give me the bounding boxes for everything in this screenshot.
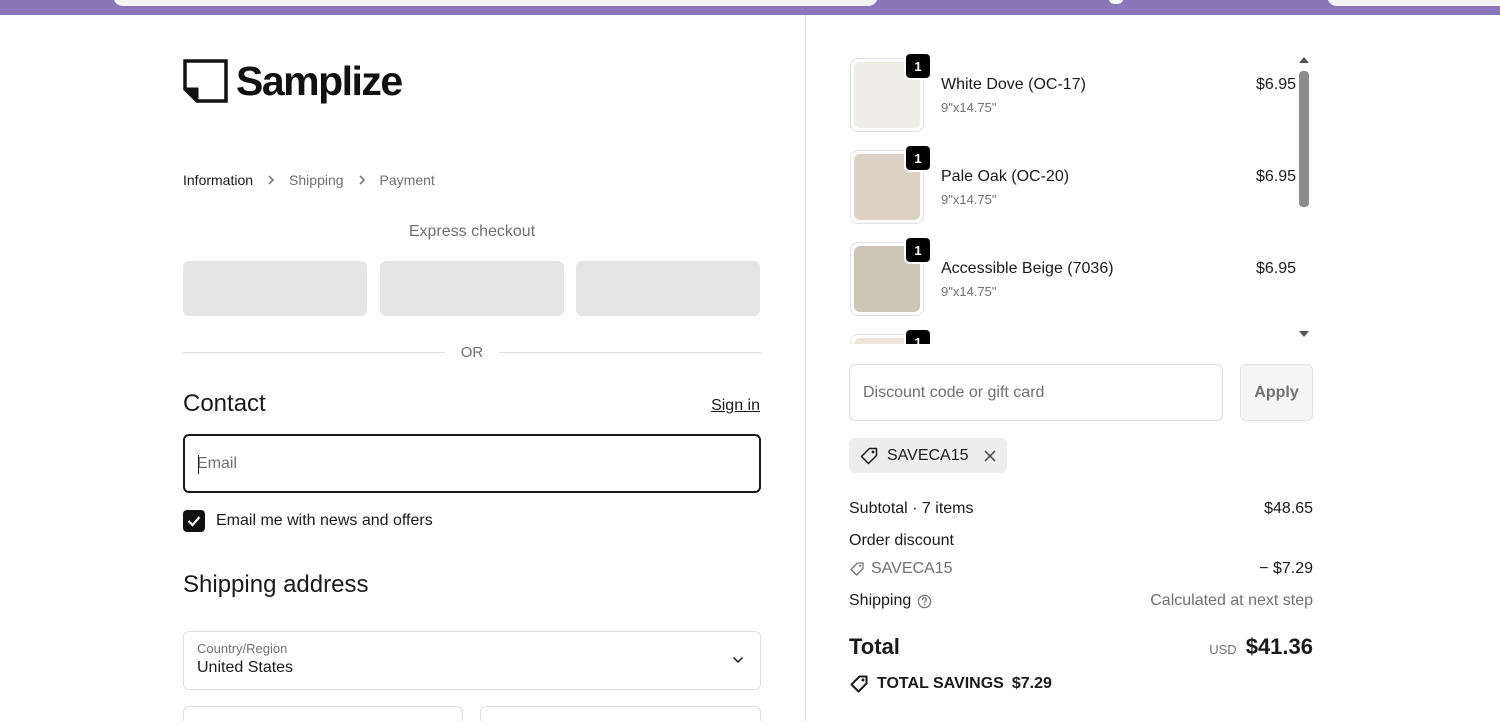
express-checkout-label: Express checkout	[408, 223, 536, 240]
browser-top-strip	[0, 0, 1500, 15]
total-row: Total USD $41.36	[849, 634, 1313, 660]
cart-item: 1 Pale Oak (OC-20) 9"x14.75" $6.95	[849, 140, 1299, 224]
quantity-badge: 1	[904, 144, 932, 172]
item-size: 9"x14.75"	[941, 192, 997, 207]
newsletter-label: Email me with news and offers	[216, 512, 433, 529]
email-input[interactable]	[185, 436, 759, 491]
savings-value: $7.29	[1011, 675, 1052, 692]
applied-code-chip: SAVECA15	[849, 438, 1007, 473]
item-price: $6.95	[1255, 76, 1296, 93]
order-discount-row: Order discount	[849, 532, 1313, 550]
item-size: 9"x14.75"	[941, 100, 997, 115]
quantity-badge: 1	[904, 236, 932, 264]
total-amount-wrap: USD $41.36	[1209, 634, 1313, 660]
cart-item: 1 Accessible Beige (7036) 9"x14.75" $6.9…	[849, 232, 1299, 316]
discount-code-row: SAVECA15 − $7.29	[849, 560, 1313, 578]
email-field[interactable]	[183, 434, 761, 493]
quantity-badge: 1	[904, 328, 932, 344]
shipping-address-heading: Shipping address	[183, 571, 369, 598]
chevron-down-icon	[732, 656, 744, 664]
total-savings: TOTAL SAVINGS $7.29	[849, 674, 1052, 694]
cart-item: 1 White Dove (OC-17) 9"x14.75" $6.95	[849, 48, 1299, 132]
applied-code-text: SAVECA15	[887, 446, 969, 464]
scrollbar-thumb[interactable]	[1299, 71, 1309, 207]
help-icon[interactable]	[917, 594, 932, 609]
column-divider	[805, 15, 806, 721]
tag-icon	[850, 562, 864, 576]
shipping-label: Shipping	[849, 592, 912, 609]
tag-icon	[860, 447, 878, 464]
item-price: $6.95	[1255, 260, 1296, 277]
breadcrumb-payment[interactable]: Payment	[380, 172, 435, 188]
cart-items-list[interactable]: 1 White Dove (OC-17) 9"x14.75" $6.95 1 P…	[849, 48, 1313, 344]
last-name-field[interactable]	[480, 706, 761, 721]
country-select[interactable]: Country/Region United States	[183, 631, 761, 690]
breadcrumb: Information Shipping Payment	[183, 172, 435, 188]
chevron-right-icon	[359, 175, 365, 185]
discount-input[interactable]	[850, 365, 1222, 420]
toolbar-icon[interactable]	[1109, 0, 1123, 4]
savings-tag-icon	[850, 675, 868, 693]
or-separator: OR	[183, 343, 761, 361]
savings-label: TOTAL SAVINGS	[877, 675, 1004, 692]
close-icon[interactable]	[983, 449, 997, 463]
item-name: Accessible Beige (7036)	[941, 260, 1114, 277]
chevron-right-icon	[268, 175, 275, 185]
shipping-value: Calculated at next step	[1150, 592, 1313, 609]
discount-value: − $7.29	[1259, 560, 1313, 577]
quantity-badge: 1	[904, 52, 932, 80]
subtotal-row: Subtotal · 7 items $48.65	[849, 500, 1313, 518]
item-name: White Dove (OC-17)	[941, 76, 1086, 93]
samplize-logo-icon	[183, 59, 228, 103]
shipping-label-wrap: Shipping	[849, 592, 932, 610]
brand-logo[interactable]: Samplize	[183, 58, 403, 104]
item-price: $6.95	[1255, 168, 1296, 185]
brand-name: Samplize	[236, 58, 403, 104]
newsletter-option[interactable]: Email me with news and offers	[183, 510, 433, 532]
country-value: United States	[197, 659, 294, 676]
first-name-field[interactable]	[183, 706, 463, 721]
newsletter-checkbox[interactable]	[183, 510, 205, 532]
item-size: 9"x14.75"	[941, 284, 997, 299]
country-label: Country/Region	[197, 641, 288, 656]
discount-field[interactable]	[849, 364, 1223, 421]
text-caret	[198, 455, 199, 474]
breadcrumb-shipping[interactable]: Shipping	[289, 172, 344, 188]
express-checkout-button-1[interactable]	[183, 261, 367, 316]
checkmark-icon	[187, 516, 201, 527]
sign-in-link[interactable]: Sign in	[711, 397, 760, 415]
apply-button[interactable]: Apply	[1240, 364, 1313, 421]
scroll-down-arrow-icon[interactable]	[1299, 331, 1309, 337]
separator-line	[499, 352, 761, 353]
cart-item: 1	[849, 324, 1299, 344]
total-label: Total	[849, 634, 900, 659]
breadcrumb-information: Information	[183, 172, 254, 188]
scroll-up-arrow-icon[interactable]	[1299, 57, 1309, 63]
order-discount-label: Order discount	[849, 532, 954, 549]
subtotal-value: $48.65	[1264, 500, 1313, 517]
address-bar[interactable]	[113, 0, 878, 6]
express-checkout-button-2[interactable]	[380, 261, 564, 316]
subtotal-label: Subtotal · 7 items	[849, 500, 974, 517]
browser-search-bar[interactable]	[1327, 0, 1500, 6]
currency-code: USD	[1209, 642, 1237, 657]
total-value: $41.36	[1245, 634, 1313, 659]
discount-code-text: SAVECA15	[871, 560, 953, 577]
contact-heading: Contact	[183, 390, 266, 417]
item-name: Pale Oak (OC-20)	[941, 168, 1070, 185]
shipping-row: Shipping Calculated at next step	[849, 592, 1313, 610]
express-checkout-button-3[interactable]	[576, 261, 760, 316]
discount-code-label: SAVECA15	[849, 560, 953, 578]
